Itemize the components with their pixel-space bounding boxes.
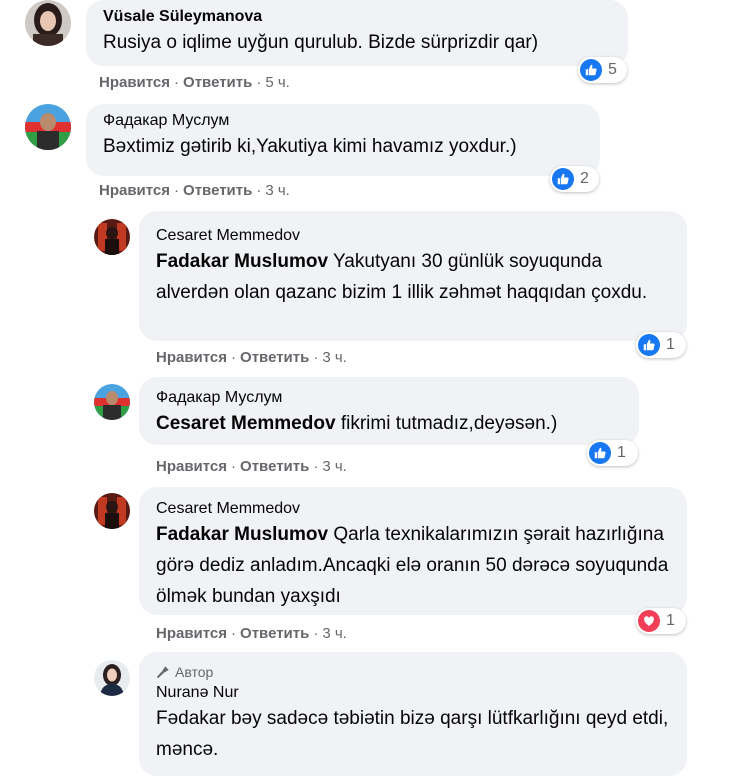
like-link[interactable]: Нравится — [156, 458, 227, 475]
like-link[interactable]: Нравится — [99, 182, 170, 199]
comment-text: Cesaret Memmedov fikrimi tutmadız,deyəsə… — [156, 413, 558, 434]
comment-bubble: Vüsale Süleymanova Rusiya o iqlime uyğun… — [86, 0, 628, 66]
reaction-count[interactable]: 2 — [550, 166, 599, 192]
thumbs-up-icon — [580, 59, 602, 81]
reaction-count[interactable]: 1 — [636, 608, 686, 634]
mention-link[interactable]: Fadakar Muslumov — [156, 524, 328, 545]
comment-actions: Нравится · Ответить · 5 ч. — [99, 74, 290, 91]
comment-time[interactable]: 3 ч. — [322, 625, 347, 642]
like-link[interactable]: Нравится — [99, 74, 170, 91]
heart-icon — [638, 610, 660, 632]
reaction-number: 1 — [617, 444, 626, 461]
reply-link[interactable]: Ответить — [240, 625, 309, 642]
comment-text: Fadakar Muslumov Yakutyanı 30 günlük soy… — [156, 251, 648, 303]
comment-text: Bəxtimiz gətirib ki,Yakutiya kimi havamı… — [103, 136, 517, 157]
reply-link[interactable]: Ответить — [183, 74, 252, 91]
reply-link[interactable]: Ответить — [183, 182, 252, 199]
reaction-number: 1 — [666, 336, 675, 353]
reaction-count[interactable]: 1 — [636, 332, 686, 358]
mention-link[interactable]: Fadakar Muslumov — [156, 251, 328, 272]
like-link[interactable]: Нравится — [156, 349, 227, 366]
comment-author[interactable]: Nuranə Nur — [156, 683, 675, 703]
comment-author[interactable]: Cesaret Memmedov — [156, 499, 675, 519]
comment-actions: Нравится · Ответить · 3 ч. — [99, 182, 290, 199]
comment-author[interactable]: Фадакар Муслум — [103, 111, 588, 131]
author-badge-label: Автор — [175, 664, 214, 680]
comment-bubble: Автор Nuranə Nur Fədakar bəy sadəcə təbi… — [139, 652, 687, 776]
avatar[interactable] — [25, 0, 71, 46]
comment-author[interactable]: Vüsale Süleymanova — [103, 7, 616, 27]
comment-text: Fədakar bəy sadəcə təbiətin bizə qarşı l… — [156, 708, 669, 760]
thumbs-up-icon — [552, 168, 574, 190]
mention-link[interactable]: Cesaret Memmedov — [156, 413, 336, 434]
reply-link[interactable]: Ответить — [240, 458, 309, 475]
avatar[interactable] — [94, 660, 130, 696]
avatar[interactable] — [25, 104, 71, 150]
comment-bubble: Cesaret Memmedov Fadakar Muslumov Qarla … — [139, 487, 687, 615]
avatar[interactable] — [94, 219, 130, 255]
comment-actions: Нравится · Ответить · 3 ч. — [156, 458, 347, 475]
comment-time[interactable]: 3 ч. — [322, 349, 347, 366]
avatar[interactable] — [94, 493, 130, 529]
comment-bubble: Фадакар Муслум Cesaret Memmedov fikrimi … — [139, 377, 639, 445]
comment-bubble: Фадакар Муслум Bəxtimiz gətirib ki,Yakut… — [86, 104, 600, 176]
reaction-count[interactable]: 5 — [578, 57, 627, 83]
comment-text: Fadakar Muslumov Qarla texnikalarımızın … — [156, 524, 669, 607]
reply-link[interactable]: Ответить — [240, 349, 309, 366]
comment-actions: Нравится · Ответить · 3 ч. — [156, 349, 347, 366]
avatar[interactable] — [94, 384, 130, 420]
comment-text: Rusiya o iqlime uyğun qurulub. Bizde sür… — [103, 32, 539, 53]
reaction-number: 1 — [666, 612, 675, 629]
reaction-number: 5 — [608, 61, 617, 78]
reaction-number: 2 — [580, 170, 589, 187]
comment-author[interactable]: Cesaret Memmedov — [156, 226, 675, 246]
comment-author[interactable]: Фадакар Муслум — [156, 388, 627, 408]
comment-time[interactable]: 5 ч. — [265, 74, 290, 91]
like-link[interactable]: Нравится — [156, 625, 227, 642]
comment-actions: Нравится · Ответить · 3 ч. — [156, 625, 347, 642]
thumbs-up-icon — [638, 334, 660, 356]
comment-time[interactable]: 3 ч. — [265, 182, 290, 199]
author-badge: Автор — [156, 663, 675, 681]
microphone-icon — [156, 666, 169, 679]
thumbs-up-icon — [589, 442, 611, 464]
comment-bubble: Cesaret Memmedov Fadakar Muslumov Yakuty… — [139, 211, 687, 341]
comment-time[interactable]: 3 ч. — [322, 458, 347, 475]
reaction-count[interactable]: 1 — [587, 440, 638, 466]
